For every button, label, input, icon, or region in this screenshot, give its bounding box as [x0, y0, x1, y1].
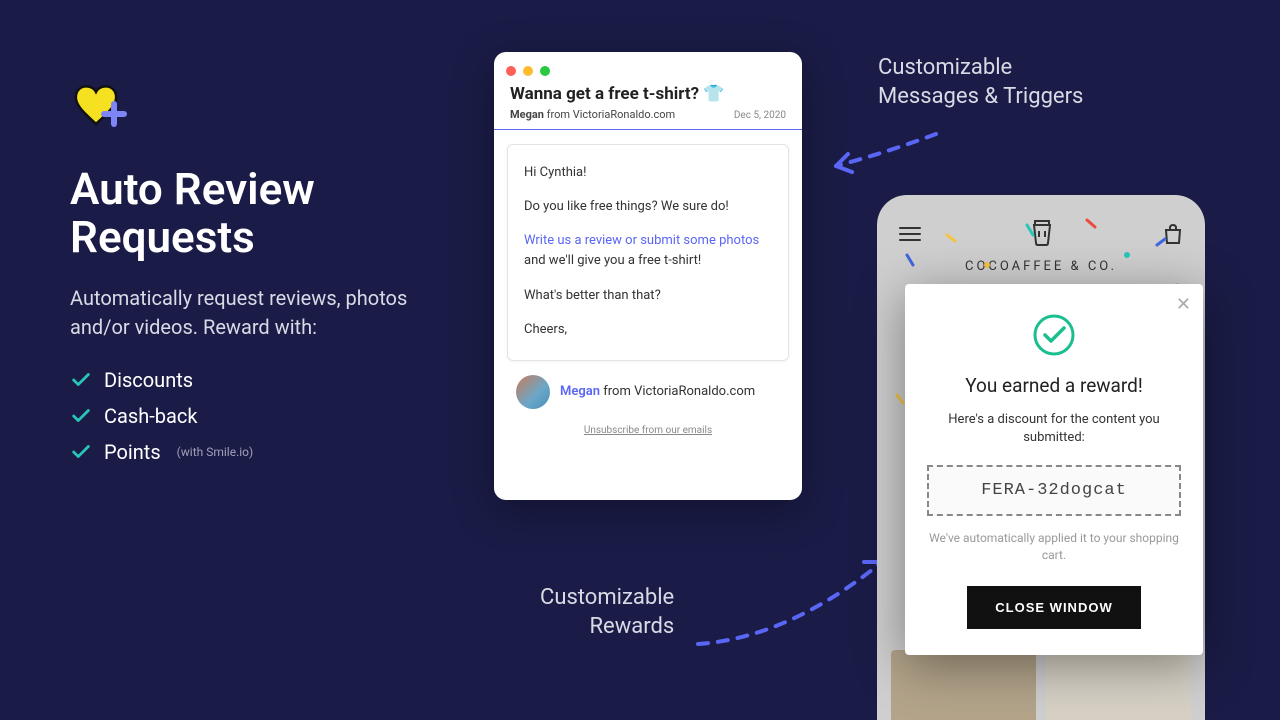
close-icon[interactable] — [506, 66, 516, 76]
close-icon[interactable]: ✕ — [1176, 294, 1191, 315]
maximize-icon[interactable] — [540, 66, 550, 76]
cup-icon — [1029, 217, 1055, 251]
arrow-top — [818, 122, 948, 196]
avatar — [516, 375, 550, 409]
bullet-cashback: Cash-back — [70, 404, 410, 428]
email-date: Dec 5, 2020 — [734, 110, 786, 121]
email-footer: Megan from VictoriaRonaldo.com — [494, 371, 802, 409]
check-circle-icon — [927, 312, 1181, 362]
page-subtitle: Automatically request reviews, photos an… — [70, 284, 410, 342]
reward-bullet-list: Discounts Cash-back Points (with Smile.i… — [70, 368, 410, 464]
check-icon — [70, 441, 92, 463]
email-body: Hi Cynthia! Do you like free things? We … — [507, 144, 789, 361]
reward-title: You earned a reward! — [927, 374, 1181, 397]
email-subject: Wanna get a free t-shirt? 👕 — [510, 84, 786, 104]
check-icon — [70, 369, 92, 391]
check-icon — [70, 405, 92, 427]
unsubscribe-link[interactable]: Unsubscribe from our emails — [494, 425, 802, 436]
phone-header — [877, 195, 1205, 255]
window-controls — [494, 58, 802, 80]
bag-icon[interactable] — [1163, 223, 1183, 245]
reward-subtitle: Here's a discount for the content you su… — [927, 411, 1181, 447]
phone-brand: COCOAFFEE & CO. — [877, 259, 1205, 274]
reward-applied-note: We've automatically applied it to your s… — [927, 530, 1181, 564]
email-from: Megan from VictoriaRonaldo.com — [510, 108, 675, 121]
review-link[interactable]: Write us a review or submit some photos — [524, 233, 759, 248]
heart-plus-icon — [70, 80, 130, 125]
footer-from: Megan from VictoriaRonaldo.com — [560, 384, 755, 399]
annotation-messages-triggers: Customizable Messages & Triggers — [878, 54, 1083, 111]
reward-modal: ✕ You earned a reward! Here's a discount… — [905, 284, 1203, 655]
email-preview-card: Wanna get a free t-shirt? 👕 Megan from V… — [494, 52, 802, 500]
bullet-points: Points (with Smile.io) — [70, 440, 410, 464]
bullet-discounts: Discounts — [70, 368, 410, 392]
minimize-icon[interactable] — [523, 66, 533, 76]
left-column: Auto Review Requests Automatically reque… — [70, 80, 410, 476]
annotation-rewards: Customizable Rewards — [540, 584, 674, 641]
close-window-button[interactable]: CLOSE WINDOW — [967, 586, 1140, 629]
discount-code[interactable]: FERA-32dogcat — [927, 465, 1181, 516]
email-header: Wanna get a free t-shirt? 👕 Megan from V… — [494, 80, 802, 130]
menu-icon[interactable] — [899, 226, 921, 242]
phone-product-images — [877, 650, 1205, 720]
arrow-bottom — [688, 548, 898, 662]
page-title: Auto Review Requests — [70, 165, 410, 262]
